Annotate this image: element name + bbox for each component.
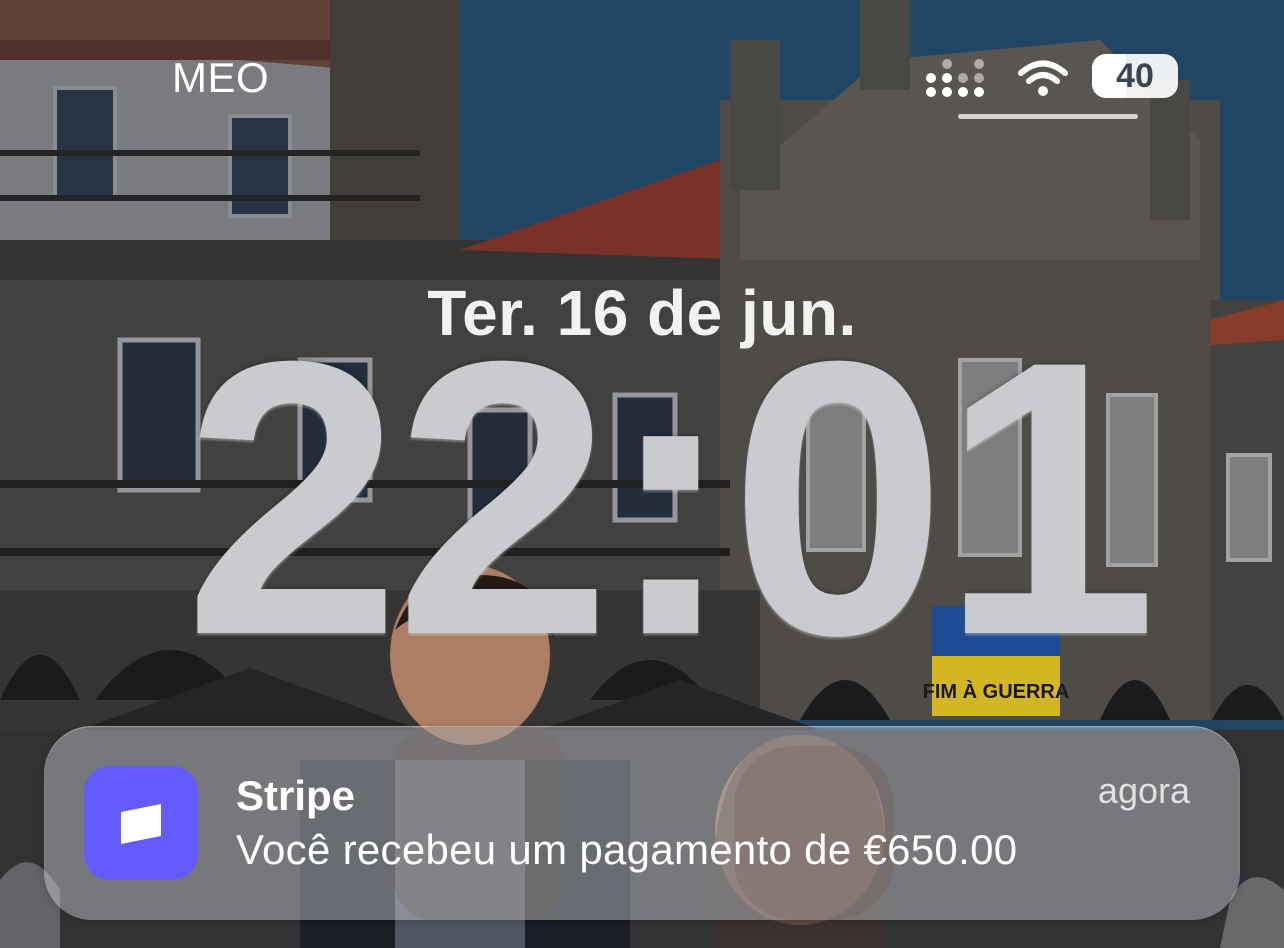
cellular-signal-icon <box>926 59 984 97</box>
battery-percent: 40 <box>1116 57 1154 95</box>
notification-app-name: Stripe <box>236 772 356 819</box>
stripe-app-icon[interactable] <box>84 766 198 880</box>
carrier-name: MEO <box>172 54 270 101</box>
lock-screen: FIM À GUERRA MEO <box>0 0 1284 948</box>
notification-time: agora <box>1097 770 1190 811</box>
battery-indicator: 40 <box>1092 54 1178 98</box>
notification-blur-detail <box>394 726 564 920</box>
notification-card[interactable] <box>44 726 1240 920</box>
stripe-logo-icon <box>121 804 161 844</box>
lock-screen-clock: 22:01 <box>184 280 1157 716</box>
wifi-icon <box>1018 60 1068 96</box>
status-underline <box>958 114 1138 119</box>
notification-message: Você recebeu um pagamento de €650.00 <box>236 826 1018 873</box>
